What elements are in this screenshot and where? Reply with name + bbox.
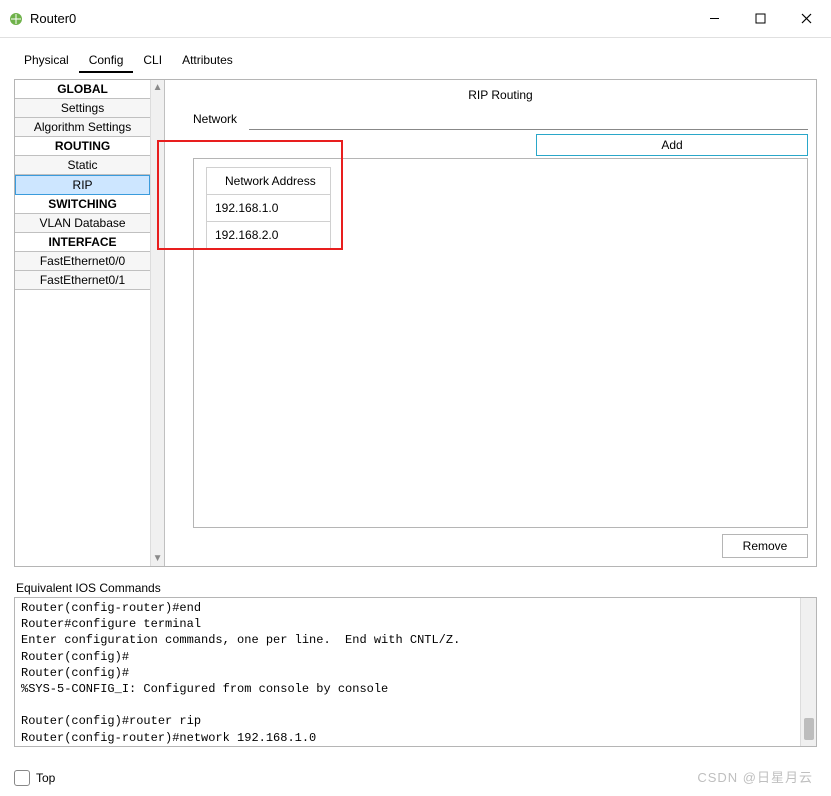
config-body: GLOBAL Settings Algorithm Settings ROUTI… (14, 79, 817, 567)
router-icon (8, 11, 24, 27)
sidebar-item-settings[interactable]: Settings (15, 99, 150, 118)
main-panel: RIP Routing Network Add Network Address … (165, 80, 816, 566)
add-button[interactable]: Add (536, 134, 808, 156)
sidebar-header-global: GLOBAL (15, 80, 150, 99)
sidebar-header-switching: SWITCHING (15, 195, 150, 214)
panel-title: RIP Routing (193, 86, 808, 110)
footer: Top (14, 770, 55, 786)
tabs-row: Physical Config CLI Attributes (14, 50, 817, 73)
ios-scrollbar[interactable] (800, 598, 816, 746)
scroll-up-icon[interactable]: ▲ (153, 80, 163, 95)
sidebar-header-interface: INTERFACE (15, 233, 150, 252)
sidebar-item-vlan-database[interactable]: VLAN Database (15, 214, 150, 233)
scroll-down-icon[interactable]: ▼ (153, 551, 163, 566)
maximize-button[interactable] (737, 4, 783, 34)
network-address-header: Network Address (207, 168, 331, 195)
ios-commands-label: Equivalent IOS Commands (16, 581, 817, 595)
top-checkbox[interactable] (14, 770, 30, 786)
remove-button[interactable]: Remove (722, 534, 808, 558)
ios-commands-box: Router(config-router)#end Router#configu… (14, 597, 817, 747)
titlebar: Router0 (0, 0, 831, 38)
sidebar: GLOBAL Settings Algorithm Settings ROUTI… (15, 80, 150, 566)
sidebar-header-routing: ROUTING (15, 137, 150, 156)
tab-physical[interactable]: Physical (14, 50, 79, 73)
window-controls (691, 4, 829, 34)
sidebar-item-fa00[interactable]: FastEthernet0/0 (15, 252, 150, 271)
ios-commands-text[interactable]: Router(config-router)#end Router#configu… (15, 598, 800, 746)
table-row[interactable]: 192.168.2.0 (207, 222, 331, 249)
sidebar-wrap: GLOBAL Settings Algorithm Settings ROUTI… (15, 80, 165, 566)
network-input[interactable] (249, 110, 808, 130)
network-address-table: Network Address 192.168.1.0 192.168.2.0 (206, 167, 331, 249)
sidebar-item-rip[interactable]: RIP (15, 175, 150, 195)
tab-config[interactable]: Config (79, 50, 134, 73)
sidebar-scrollbar[interactable]: ▲ ▼ (150, 80, 164, 566)
scrollbar-thumb[interactable] (804, 718, 814, 740)
close-button[interactable] (783, 4, 829, 34)
table-row[interactable]: 192.168.1.0 (207, 195, 331, 222)
network-list-box: Network Address 192.168.1.0 192.168.2.0 (193, 158, 808, 528)
sidebar-item-fa01[interactable]: FastEthernet0/1 (15, 271, 150, 290)
window-title: Router0 (30, 11, 76, 26)
watermark: CSDN @日星月云 (697, 767, 813, 786)
tab-attributes[interactable]: Attributes (172, 50, 243, 73)
tab-cli[interactable]: CLI (133, 50, 172, 73)
minimize-button[interactable] (691, 4, 737, 34)
sidebar-item-static[interactable]: Static (15, 156, 150, 175)
sidebar-item-algorithm-settings[interactable]: Algorithm Settings (15, 118, 150, 137)
top-label: Top (36, 771, 55, 785)
network-label: Network (193, 112, 237, 130)
